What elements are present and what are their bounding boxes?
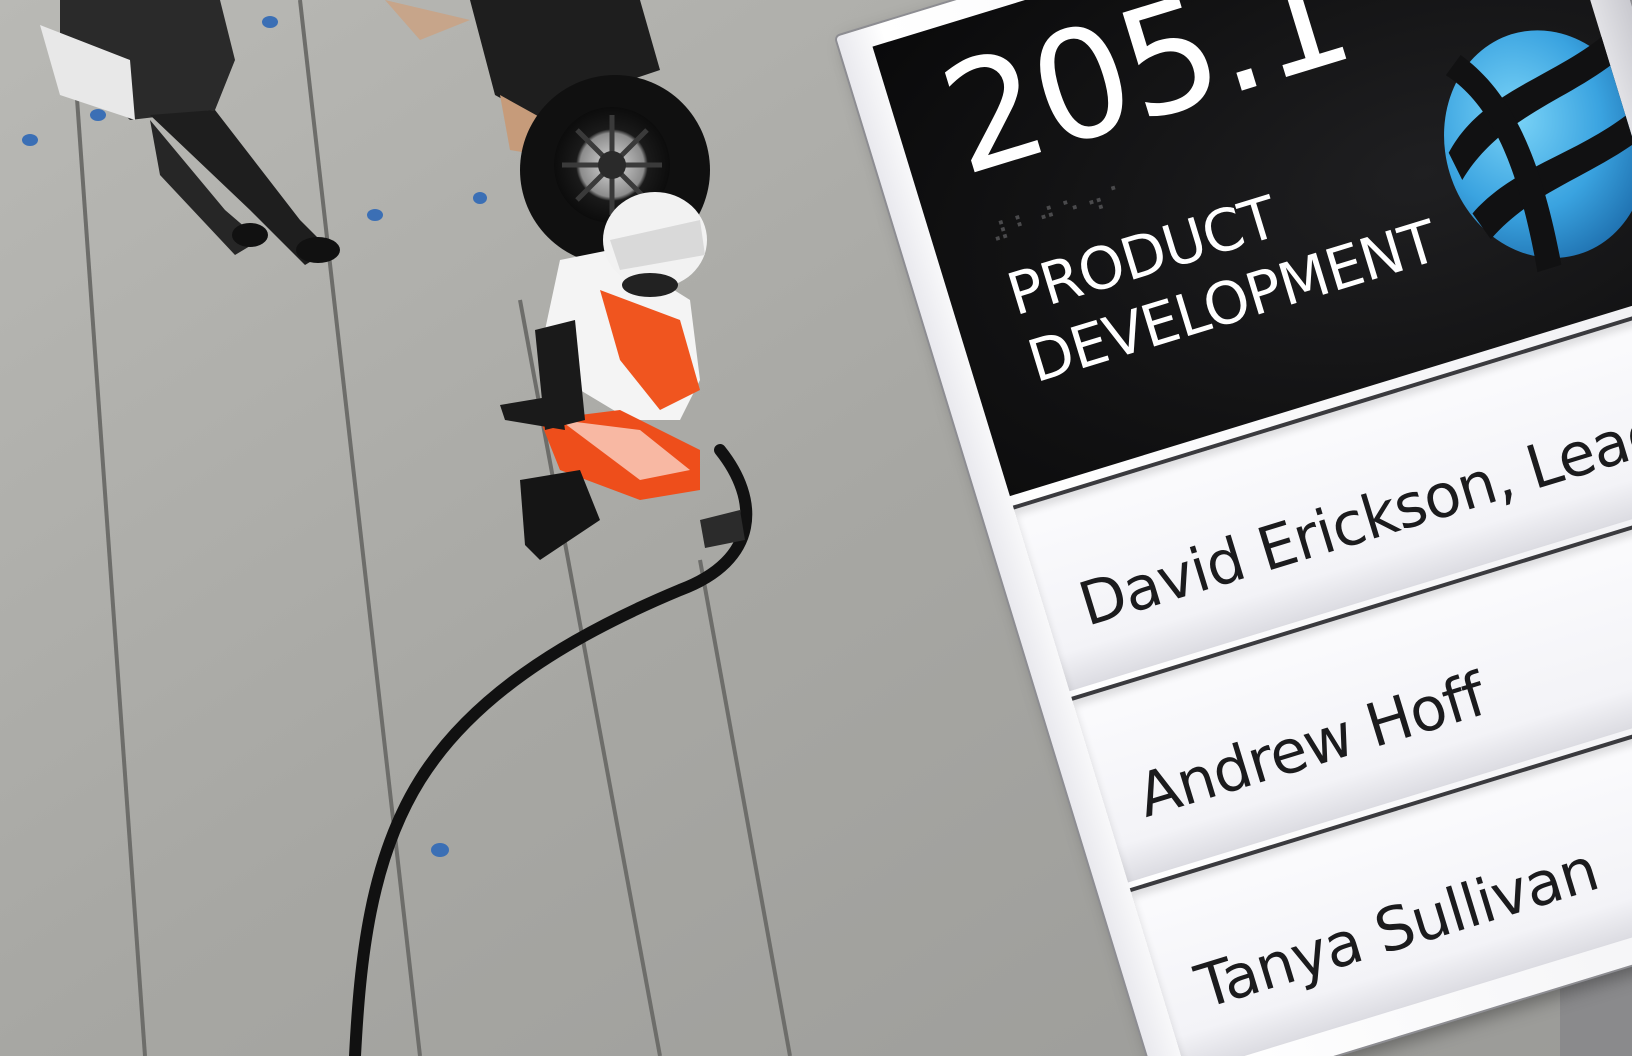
photo-scene: 205.1 ⠼⠃⠚⠑⠲⠁ PRODUCT DEVELOPMENT David E… — [0, 0, 1632, 1056]
room-number: 205.1 — [923, 0, 1367, 210]
